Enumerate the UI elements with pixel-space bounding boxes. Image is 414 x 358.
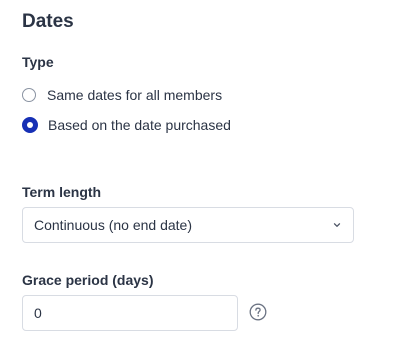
question-circle-icon[interactable] (249, 303, 267, 321)
chevron-down-icon (333, 223, 341, 227)
term-length-value: Continuous (no end date) (34, 217, 192, 233)
term-length-select[interactable]: Continuous (no end date) (22, 207, 354, 243)
radio-label-date-purchased: Based on the date purchased (48, 117, 231, 133)
radio-date-purchased[interactable]: Based on the date purchased (22, 115, 231, 135)
grace-period-label: Grace period (days) (22, 272, 154, 288)
radio-button-unchecked[interactable] (22, 88, 36, 102)
radio-label-same-dates: Same dates for all members (47, 87, 223, 103)
radio-same-dates[interactable]: Same dates for all members (22, 85, 222, 105)
type-label: Type (22, 54, 54, 70)
radio-button-checked[interactable] (22, 117, 38, 133)
grace-period-input[interactable] (22, 295, 238, 331)
section-title: Dates (22, 11, 74, 32)
radio-dot (27, 122, 33, 128)
term-length-label: Term length (22, 184, 102, 200)
